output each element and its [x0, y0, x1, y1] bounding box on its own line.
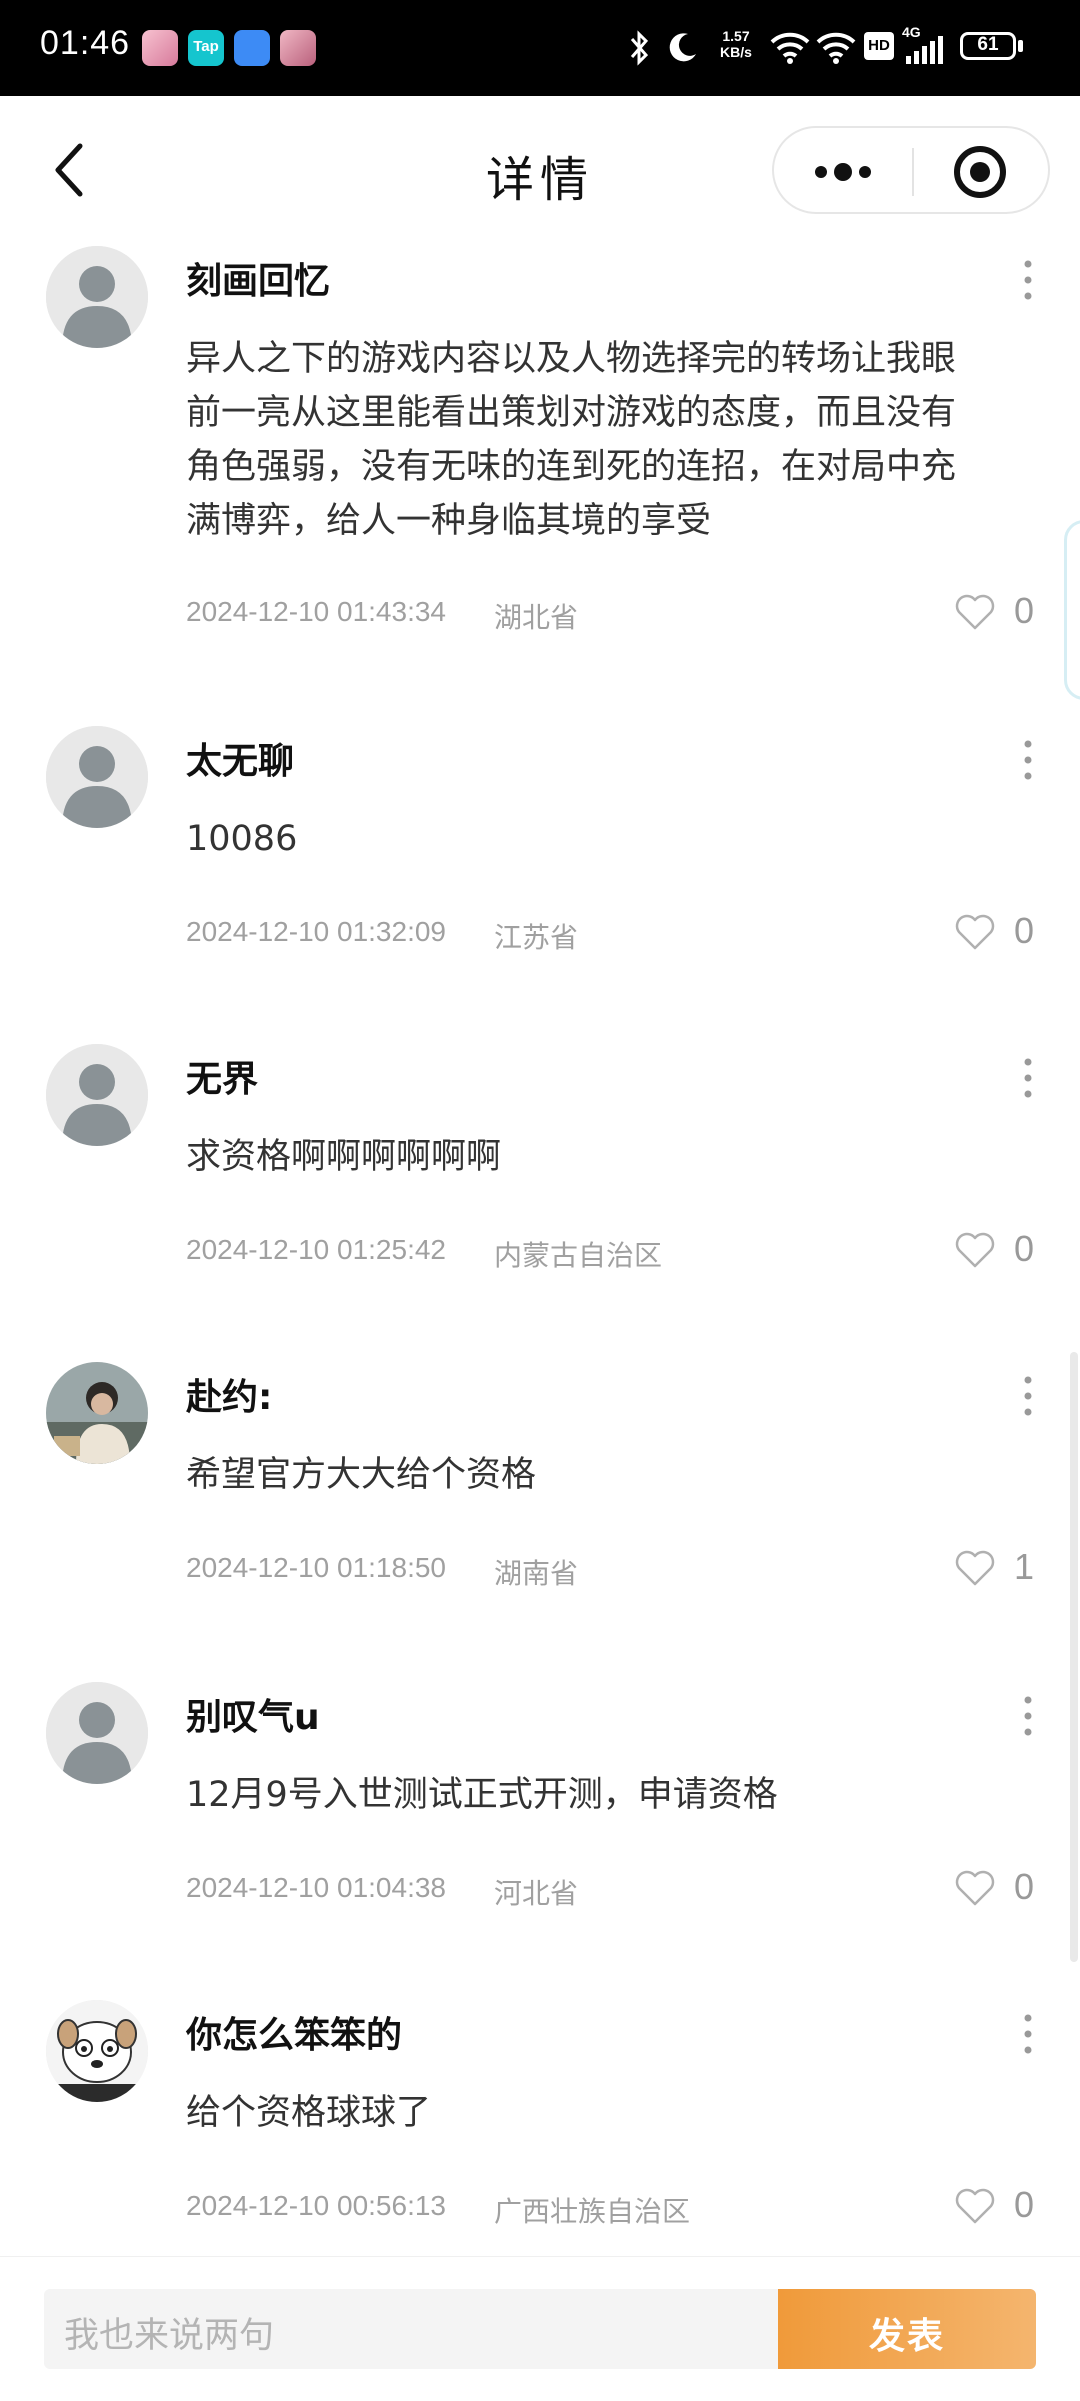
comment-input-placeholder: 我也来说两句 — [64, 2316, 275, 2356]
comment-username[interactable]: 赴约: — [186, 1368, 272, 1420]
send-button-label: 发表 — [868, 2316, 945, 2357]
network-speed: 1.57 KB/s — [720, 28, 752, 60]
comment-region: 广西壮族自治区 — [494, 2195, 691, 2228]
like-count: 0 — [1014, 910, 1035, 951]
like-count: 0 — [1014, 1866, 1035, 1907]
scrollbar[interactable] — [1070, 1352, 1078, 1962]
bluetooth-icon — [630, 30, 649, 66]
comment-text: 希望官方大大给个资格 — [186, 1455, 537, 1495]
more-vertical-icon[interactable] — [1014, 1692, 1042, 1740]
battery-level: 61 — [977, 34, 999, 55]
comment-item: 无界 求资格啊啊啊啊啊啊 2024-12-10 01:25:42 内蒙古自治区 … — [0, 1044, 1080, 1284]
default-avatar-icon — [46, 1044, 148, 1146]
comment-input-bar: 我也来说两句 发表 — [0, 2256, 1080, 2401]
like-count: 0 — [1014, 2184, 1035, 2225]
game-app-icon-2 — [280, 30, 316, 66]
heart-icon[interactable] — [954, 1868, 996, 1908]
status-time: 01:46 — [40, 24, 131, 62]
wifi-icon-2 — [816, 32, 856, 64]
more-vertical-icon[interactable] — [1014, 1372, 1042, 1420]
comment-username[interactable]: 无界 — [186, 1050, 258, 1102]
title-bar: 详情 — [0, 96, 1080, 244]
comment-username[interactable]: 刻画回忆 — [186, 252, 330, 304]
comment-text: 10086 — [186, 819, 298, 859]
status-bar: 01:46 Tap 1.57 KB/s HD 4G 61 — [0, 0, 1080, 96]
comment-item: 刻画回忆 异人之下的游戏内容以及人物选择完的转场让我眼 前一亮从这里能看出策划对… — [0, 246, 1080, 666]
moon-icon — [669, 33, 696, 62]
send-button[interactable]: 发表 — [778, 2289, 1036, 2369]
comment-region: 江苏省 — [494, 921, 579, 954]
avatar[interactable] — [46, 1362, 148, 1464]
target-icon[interactable] — [952, 144, 1008, 200]
capsule-divider — [912, 148, 914, 196]
default-avatar-icon — [46, 246, 148, 348]
comment-text: 异人之下的游戏内容以及人物选择完的转场让我眼 前一亮从这里能看出策划对游戏的态度… — [186, 339, 957, 541]
avatar[interactable] — [46, 246, 148, 348]
avatar[interactable] — [46, 2000, 148, 2102]
taptap-label: Tap — [193, 38, 219, 55]
comment-username[interactable]: 太无聊 — [186, 732, 294, 784]
comment-text: 给个资格球球了 — [186, 2093, 432, 2133]
comment-time: 2024-12-10 00:56:13 — [186, 2190, 446, 2221]
miniprogram-capsule — [772, 126, 1050, 214]
default-avatar-icon — [46, 1682, 148, 1784]
like-count: 0 — [1014, 590, 1035, 631]
signal-icon — [906, 36, 943, 64]
floating-edge-tab[interactable] — [1064, 520, 1080, 700]
default-avatar-icon — [46, 726, 148, 828]
more-vertical-icon[interactable] — [1014, 736, 1042, 784]
more-vertical-icon[interactable] — [1014, 1054, 1042, 1102]
like-count: 1 — [1014, 1546, 1035, 1587]
store-app-icon — [234, 30, 270, 66]
comment-region: 湖北省 — [494, 601, 579, 634]
heart-icon[interactable] — [954, 912, 996, 952]
photo-avatar-icon — [46, 1362, 148, 1464]
battery-cap — [1018, 40, 1023, 52]
like-count: 0 — [1014, 1228, 1035, 1269]
comment-item: 太无聊 10086 2024-12-10 01:32:09 江苏省 0 — [0, 726, 1080, 966]
battery-icon: 61 — [960, 32, 1016, 60]
comment-text: 12月9号入世测试正式开测，申请资格 — [186, 1775, 778, 1815]
comment-text: 求资格啊啊啊啊啊啊 — [186, 1137, 502, 1177]
comment-region: 湖南省 — [494, 1557, 579, 1590]
comment-item: 别叹气u 12月9号入世测试正式开测，申请资格 2024-12-10 01:04… — [0, 1682, 1080, 1922]
more-dots-icon[interactable] — [808, 150, 878, 194]
heart-icon[interactable] — [954, 1548, 996, 1588]
comment-time: 2024-12-10 01:32:09 — [186, 916, 446, 947]
heart-icon[interactable] — [954, 1230, 996, 1270]
heart-icon[interactable] — [954, 592, 996, 632]
comment-username[interactable]: 别叹气u — [186, 1688, 320, 1740]
comment-region: 内蒙古自治区 — [494, 1239, 663, 1272]
more-vertical-icon[interactable] — [1014, 2010, 1042, 2058]
heart-icon[interactable] — [954, 2186, 996, 2226]
comment-time: 2024-12-10 01:18:50 — [186, 1552, 446, 1583]
comment-time: 2024-12-10 01:25:42 — [186, 1234, 446, 1265]
taptap-app-icon: Tap — [188, 30, 224, 66]
comment-time: 2024-12-10 01:04:38 — [186, 1872, 446, 1903]
avatar[interactable] — [46, 726, 148, 828]
status-indicators: 1.57 KB/s HD 4G 61 — [620, 22, 1044, 74]
avatar[interactable] — [46, 1682, 148, 1784]
more-vertical-icon[interactable] — [1014, 256, 1042, 304]
cartoon-avatar-icon — [46, 2000, 148, 2102]
comment-input[interactable]: 我也来说两句 — [44, 2289, 780, 2369]
game-app-icon — [142, 30, 178, 66]
hd-badge: HD — [864, 32, 894, 60]
comment-region: 河北省 — [494, 1877, 579, 1910]
avatar[interactable] — [46, 1044, 148, 1146]
comment-username[interactable]: 你怎么笨笨的 — [186, 2006, 402, 2058]
comment-time: 2024-12-10 01:43:34 — [186, 596, 446, 627]
wifi-icon — [770, 32, 810, 64]
comment-item: 赴约: 希望官方大大给个资格 2024-12-10 01:18:50 湖南省 1 — [0, 1362, 1080, 1602]
comment-item: 你怎么笨笨的 给个资格球球了 2024-12-10 00:56:13 广西壮族自… — [0, 2000, 1080, 2240]
